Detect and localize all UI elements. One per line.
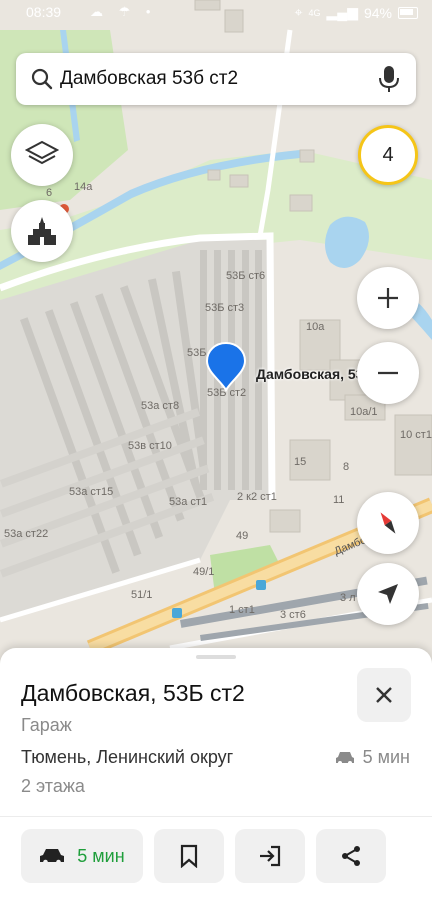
share-button[interactable] — [316, 829, 386, 883]
search-bar[interactable]: Дамбовская 53б ст2 — [16, 53, 416, 105]
map-label: 10а/1 — [350, 406, 378, 418]
notification-icons: ☁ ☂ • — [90, 4, 157, 19]
map-label: 15 — [294, 456, 306, 468]
close-button[interactable] — [357, 668, 411, 722]
map-label: 53Б ст6 — [226, 270, 265, 282]
my-location-button[interactable] — [357, 563, 419, 625]
bus-stop-icon[interactable] — [256, 580, 266, 590]
traffic-level-button[interactable]: 4 — [358, 125, 418, 185]
battery-label: 94% — [363, 4, 392, 21]
car-icon — [39, 846, 65, 866]
location-icon: ⌖ — [294, 4, 303, 20]
zoom-in-button[interactable] — [357, 267, 419, 329]
map-label: 53Б ст3 — [205, 302, 244, 314]
status-time: 08:39 — [26, 4, 62, 20]
status-bar: 08:39 ☁ ☂ • ⌖ 4G ▂▄▆ 94% — [0, 0, 432, 26]
place-category: Гараж — [21, 715, 72, 735]
map-label: 53а ст1 — [169, 496, 207, 508]
map-label: 6 — [46, 187, 52, 199]
zoom-out-button[interactable] — [357, 342, 419, 404]
map-label: 53Б — [187, 347, 206, 359]
search-input[interactable]: Дамбовская 53б ст2 — [60, 68, 378, 90]
minus-icon — [375, 360, 401, 386]
map-label: 3 л — [340, 592, 356, 604]
route-eta-label: 5 мин — [77, 845, 125, 866]
map-label: 53а ст15 — [69, 486, 113, 498]
layers-icon — [25, 139, 59, 171]
place-title: Дамбовская, 53Б ст2 — [21, 680, 245, 706]
map-label: 53в ст10 — [128, 440, 172, 452]
close-icon — [374, 685, 394, 705]
battery-icon — [398, 6, 418, 19]
map-label: 8 — [343, 461, 349, 473]
login-arrow-icon — [258, 844, 282, 868]
sheet-drag-handle[interactable] — [196, 655, 236, 659]
map-label: 53а ст22 — [4, 528, 48, 540]
map-label: 14а — [74, 181, 93, 193]
plus-icon — [375, 285, 401, 311]
map-label: 11 — [333, 494, 344, 506]
landmarks-button[interactable] — [11, 200, 73, 262]
search-icon — [30, 67, 54, 91]
map-label: 10 ст1 — [400, 429, 432, 441]
layers-button[interactable] — [11, 124, 73, 186]
pin-label: Дамбовская, 53Б — [256, 366, 374, 382]
bookmark-button[interactable] — [154, 829, 224, 883]
card-actions: 5 мин — [21, 829, 386, 883]
landmark-building-icon — [25, 215, 59, 247]
map-label: 3 ст6 — [280, 609, 306, 621]
car-icon — [335, 750, 355, 766]
compass-button[interactable] — [357, 492, 419, 554]
microphone-icon[interactable] — [378, 65, 400, 93]
bookmark-icon — [179, 844, 199, 868]
place-address: Тюмень, Ленинский округ — [21, 747, 234, 767]
map-label: 53а ст8 — [141, 400, 179, 412]
bus-stop-icon[interactable] — [172, 608, 182, 618]
compass-icon — [373, 508, 403, 538]
map-label: 49/1 — [193, 566, 214, 578]
navigation-arrow-icon — [375, 581, 401, 607]
signal-icon: ▂▄▆ — [326, 4, 358, 20]
network-label: 4G — [308, 7, 321, 18]
divider — [0, 816, 432, 817]
place-floors: 2 этажа — [21, 776, 85, 796]
drive-eta-label: 5 мин — [362, 747, 410, 767]
status-right: ⌖ 4G ▂▄▆ 94% — [295, 4, 418, 21]
share-icon — [339, 844, 363, 868]
map-label: 1 ст1 — [229, 604, 255, 616]
map-label: 2 к2 ст1 — [237, 491, 277, 503]
route-button[interactable]: 5 мин — [21, 829, 143, 883]
drive-eta: 5 мин — [335, 747, 410, 768]
map-label: 49 — [236, 530, 248, 542]
map-label: 10а — [306, 321, 325, 333]
enter-button[interactable] — [235, 829, 305, 883]
place-card: Дамбовская, 53Б ст2 Гараж Тюмень, Ленинс… — [0, 648, 432, 910]
map-label: 51/1 — [131, 589, 152, 601]
